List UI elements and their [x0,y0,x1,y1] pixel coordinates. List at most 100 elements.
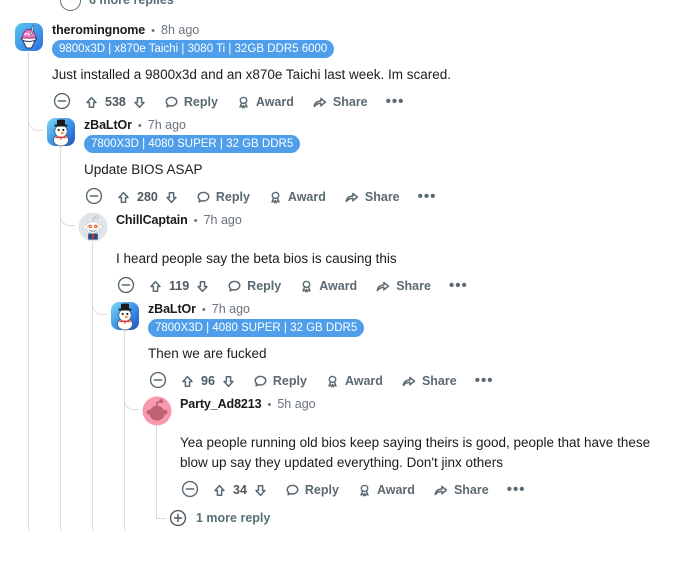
comment-author[interactable]: theromingnome [52,23,145,38]
comment-timestamp: 8h ago [161,23,200,37]
avatar[interactable] [14,22,44,52]
plus-circle-icon[interactable] [60,0,81,11]
meta-separator: • [137,120,142,132]
comment-author[interactable]: Party_Ad8213 [180,397,262,412]
downvote-arrow-icon[interactable] [195,279,210,294]
vote-group: 34 [212,483,276,498]
upvote-arrow-icon[interactable] [148,279,163,294]
reply-button[interactable]: Reply [244,368,316,394]
reply-button-label: Reply [304,483,339,497]
share-button-label: Share [396,279,431,293]
comment-meta: ChillCaptain • 7h ago [116,212,242,228]
comment-content: Then we are fucked 96 Reply Award Share •… [110,337,677,396]
comment-author[interactable]: ChillCaptain [116,213,188,228]
comment-action-bar: 119 Reply Award Share ••• [116,271,677,301]
share-arrow-icon [312,95,328,110]
minus-circle-icon[interactable] [148,370,170,392]
downvote-arrow-icon[interactable] [164,190,179,205]
comment-timestamp: 7h ago [203,213,242,227]
meta-separator: • [201,304,206,316]
reply-button[interactable]: Reply [155,89,227,115]
award-button[interactable]: Award [316,368,392,394]
reply-button[interactable]: Reply [218,273,290,299]
reply-button[interactable]: Reply [187,184,259,210]
thread-line [28,117,29,212]
downvote-arrow-icon[interactable] [253,483,268,498]
vote-group: 96 [180,374,244,389]
avatar[interactable] [142,396,172,426]
comment-author[interactable]: zBaLtOr [148,302,196,317]
minus-circle-icon[interactable] [52,91,74,113]
thread-line [92,242,93,301]
award-button-label: Award [376,483,415,497]
author-row: Party_Ad8213 • 5h ago [180,397,316,412]
vote-count: 96 [201,374,215,388]
share-button[interactable]: Share [303,89,377,115]
share-arrow-icon [344,190,360,205]
thread-line [92,301,93,396]
more-replies-row-top[interactable]: 6 more replies [0,0,174,13]
comment-timestamp: 5h ago [277,397,316,411]
comment-timestamp: 7h ago [211,302,251,316]
share-button[interactable]: Share [366,273,440,299]
reply-button[interactable]: Reply [276,477,348,503]
comment-author[interactable]: zBaLtOr [84,118,132,133]
vote-count: 280 [137,190,158,204]
thread-line [124,396,125,505]
share-button[interactable]: Share [335,184,409,210]
thread-line [92,396,93,505]
comment-header: zBaLtOr • 7h ago 7800X3D | 4080 SUPER | 32 … [46,117,677,153]
vote-group: 119 [148,279,218,294]
more-replies-row-bottom[interactable]: 1 more reply [156,505,677,531]
avatar[interactable] [46,117,76,147]
comment-timestamp: 7h ago [147,118,187,132]
award-button-label: Award [255,95,294,109]
plus-circle-icon[interactable] [168,508,188,528]
reply-button-label: Reply [215,190,250,204]
share-button[interactable]: Share [392,368,466,394]
comment-action-bar: 538 Reply Award Share ••• [52,87,677,117]
overflow-dots-icon[interactable]: ••• [466,373,503,388]
thread-line [60,301,61,396]
avatar[interactable] [78,212,108,242]
comment: Party_Ad8213 • 5h ago Yea people running ol… [0,395,677,505]
vote-group: 538 [84,95,155,110]
share-button[interactable]: Share [424,477,498,503]
upvote-arrow-icon[interactable] [116,190,131,205]
overflow-dots-icon[interactable]: ••• [498,482,535,497]
meta-separator: • [267,399,272,411]
thread-line [60,212,61,301]
thread-line [28,505,29,531]
minus-circle-icon[interactable] [116,275,138,297]
user-flair-badge: 9800x3D | x870e Taichi | 3080 Ti | 32GB … [52,40,335,58]
share-arrow-icon [375,279,391,294]
award-button[interactable]: Award [290,273,366,299]
comment-meta: zBaLtOr • 7h ago 7800X3D | 4080 SUPER | 32 … [148,301,365,337]
comment-header: Party_Ad8213 • 5h ago [142,396,677,426]
minus-circle-icon[interactable] [180,479,202,501]
award-button[interactable]: Award [348,477,424,503]
downvote-arrow-icon[interactable] [132,95,147,110]
overflow-dots-icon[interactable]: ••• [440,278,477,293]
comment-header: ChillCaptain • 7h ago [78,212,677,242]
comment-content: Yea people running old bios keep saying … [142,426,677,505]
award-button[interactable]: Award [227,89,303,115]
avatar[interactable] [110,301,140,331]
upvote-arrow-icon[interactable] [84,95,99,110]
overflow-dots-icon[interactable]: ••• [377,94,414,109]
overflow-dots-icon[interactable]: ••• [409,189,446,204]
comment-action-bar: 280 Reply Award Share ••• [84,182,677,212]
upvote-arrow-icon[interactable] [180,374,195,389]
award-button[interactable]: Award [259,184,335,210]
reply-button-label: Reply [272,374,307,388]
author-row: zBaLtOr • 7h ago [84,118,300,133]
author-row: theromingnome • 8h ago [52,23,334,38]
comment-bubble-icon [227,279,242,294]
minus-circle-icon[interactable] [84,186,106,208]
reddit-comment-thread: 6 more replies theromingnome • 8h ago 9800x… [0,0,677,578]
upvote-arrow-icon[interactable] [212,483,227,498]
meta-separator: • [151,25,156,37]
thread-line [28,301,29,396]
downvote-arrow-icon[interactable] [221,374,236,389]
comment-header: theromingnome • 8h ago 9800x3D | x870e Taic… [14,22,677,58]
